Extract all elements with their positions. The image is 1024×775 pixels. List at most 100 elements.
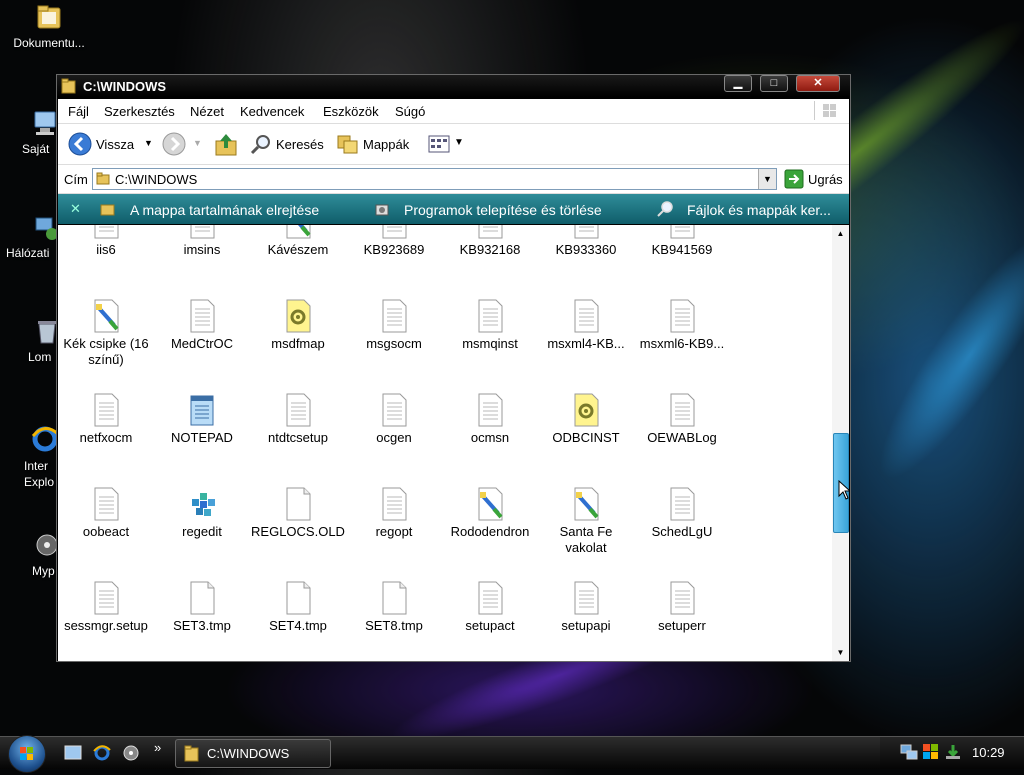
network-status-icon[interactable] <box>900 743 918 764</box>
close-icon[interactable]: ✕ <box>70 201 81 217</box>
file-item[interactable]: SET3.tmp <box>154 581 250 634</box>
desktop-icon-recycle-bin[interactable]: Lom <box>0 316 60 364</box>
folders-button[interactable]: Mappák <box>336 132 416 156</box>
text-file-icon <box>378 487 410 521</box>
up-folder-button[interactable] <box>213 132 241 156</box>
search-icon <box>656 200 674 221</box>
file-name: setuperr <box>658 618 706 633</box>
file-item[interactable]: KB941569 <box>634 225 730 258</box>
file-item[interactable]: setupapi <box>538 581 634 634</box>
address-input[interactable]: C:\WINDOWS ▼ <box>92 168 777 190</box>
menu-file[interactable]: Fájl <box>68 104 89 119</box>
text-file-icon <box>378 393 410 427</box>
file-item[interactable]: SET8.tmp <box>346 581 442 634</box>
file-item[interactable]: msmqinst <box>442 299 538 352</box>
file-item[interactable]: msgsocm <box>346 299 442 352</box>
file-name: regedit <box>182 524 222 539</box>
config-file-icon <box>282 299 314 333</box>
file-item[interactable]: msxml6-KB9... <box>634 299 730 352</box>
file-item[interactable]: Santa Fe vakolat <box>538 487 634 556</box>
back-label: Vissza <box>96 137 135 152</box>
file-name: KB923689 <box>363 242 425 257</box>
file-item[interactable]: MedCtrOC <box>154 299 250 352</box>
file-item[interactable]: SET4.tmp <box>250 581 346 634</box>
taskbar-window-label: C:\WINDOWS <box>207 746 290 761</box>
desktop-icon-label: Myp <box>32 564 55 578</box>
file-item[interactable]: setupact <box>442 581 538 634</box>
file-item[interactable]: imsins <box>154 225 250 258</box>
file-item[interactable]: ocgen <box>346 393 442 446</box>
file-name: ocmsn <box>470 430 510 445</box>
folders-icon <box>336 132 360 159</box>
chevron-down-icon: ▼ <box>144 138 153 148</box>
menu-favorites[interactable]: Kedvencek <box>240 104 304 119</box>
file-name: MedCtrOC <box>170 336 234 351</box>
task-hide-folder-contents[interactable]: A mappa tartalmának elrejtése <box>130 202 319 218</box>
media-player-icon[interactable] <box>121 743 141 763</box>
maximize-button[interactable]: □ <box>760 75 788 92</box>
wallpaper-streak-blue <box>855 212 1024 498</box>
file-name: sessmgr.setup <box>64 618 148 633</box>
vertical-scrollbar[interactable]: ▲ ▼ <box>832 225 849 661</box>
file-item[interactable]: regedit <box>154 487 250 540</box>
file-item[interactable]: regopt <box>346 487 442 540</box>
window-title: C:\WINDOWS <box>83 79 167 94</box>
file-item[interactable]: Kék csipke (16 színű) <box>58 299 154 368</box>
file-item[interactable]: Rododendron <box>442 487 538 540</box>
file-item[interactable]: setuperr <box>634 581 730 634</box>
desktop-icon-network[interactable]: Hálózati <box>0 212 60 260</box>
desktop-icon-media[interactable]: Myp <box>0 530 60 578</box>
menu-tools[interactable]: Eszközök <box>323 104 379 119</box>
title-bar[interactable]: C:\WINDOWS ▁ □ ✕ <box>57 75 850 97</box>
file-item[interactable]: Kávészem <box>250 225 346 258</box>
file-item[interactable]: KB932168 <box>442 225 538 258</box>
address-label: Cím <box>64 172 88 187</box>
file-item[interactable]: msxml4-KB... <box>538 299 634 352</box>
file-item[interactable]: ODBCINST <box>538 393 634 446</box>
file-list: iis6 imsins Kávészem KB923689 KB932168 KB9333… <box>58 225 832 661</box>
text-file-icon <box>90 393 122 427</box>
folder-hide-icon <box>100 201 116 220</box>
file-item[interactable]: KB933360 <box>538 225 634 258</box>
view-menu-button[interactable]: ▼ <box>428 132 468 156</box>
start-button[interactable] <box>8 735 46 773</box>
close-button[interactable]: ✕ <box>796 75 840 92</box>
file-item[interactable]: OEWABLog <box>634 393 730 446</box>
scroll-down-button[interactable]: ▼ <box>832 644 849 661</box>
blank-file-icon <box>282 581 314 615</box>
task-add-remove-programs[interactable]: Programok telepítése és törlése <box>404 202 602 218</box>
menu-help[interactable]: Súgó <box>395 104 425 119</box>
minimize-button[interactable]: ▁ <box>724 75 752 92</box>
file-item[interactable]: ocmsn <box>442 393 538 446</box>
search-icon <box>250 133 272 158</box>
file-item[interactable]: iis6 <box>58 225 154 258</box>
quicklaunch-more-button[interactable]: » <box>154 740 161 755</box>
back-button[interactable]: Vissza ▼ <box>66 132 153 156</box>
update-icon[interactable] <box>944 743 962 764</box>
file-item[interactable]: REGLOCS.OLD <box>250 487 346 540</box>
file-item[interactable]: NOTEPAD <box>154 393 250 446</box>
menu-edit[interactable]: Szerkesztés <box>104 104 175 119</box>
search-button[interactable]: Keresés <box>250 132 328 156</box>
forward-button[interactable]: ▼ <box>162 132 202 156</box>
toolbar: Vissza ▼ ▼ Keresés Mappák ▼ <box>58 124 849 165</box>
windows-logo-icon <box>20 747 33 760</box>
file-item[interactable]: netfxocm <box>58 393 154 446</box>
task-strip: ✕ A mappa tartalmának elrejtése Programo… <box>58 194 849 224</box>
show-desktop-icon[interactable] <box>63 743 83 763</box>
desktop-icon-documents[interactable]: Dokumentu... <box>4 2 94 50</box>
desktop-icon-internet-explorer[interactable]: Inter Explo <box>0 424 60 490</box>
file-item[interactable]: SchedLgU <box>634 487 730 540</box>
file-item[interactable]: oobeact <box>58 487 154 540</box>
file-item[interactable]: KB923689 <box>346 225 442 258</box>
task-search-files[interactable]: Fájlok és mappák ker... <box>687 202 831 218</box>
file-item[interactable]: ntdtcsetup <box>250 393 346 446</box>
taskbar-window-button[interactable]: C:\WINDOWS <box>175 739 331 768</box>
file-item[interactable]: msdfmap <box>250 299 346 352</box>
address-dropdown-button[interactable]: ▼ <box>758 169 776 189</box>
security-icon[interactable] <box>922 743 940 764</box>
file-item[interactable]: sessmgr.setup <box>58 581 154 634</box>
menu-view[interactable]: Nézet <box>190 104 224 119</box>
scroll-up-button[interactable]: ▲ <box>832 225 849 242</box>
internet-explorer-icon[interactable] <box>92 743 112 763</box>
